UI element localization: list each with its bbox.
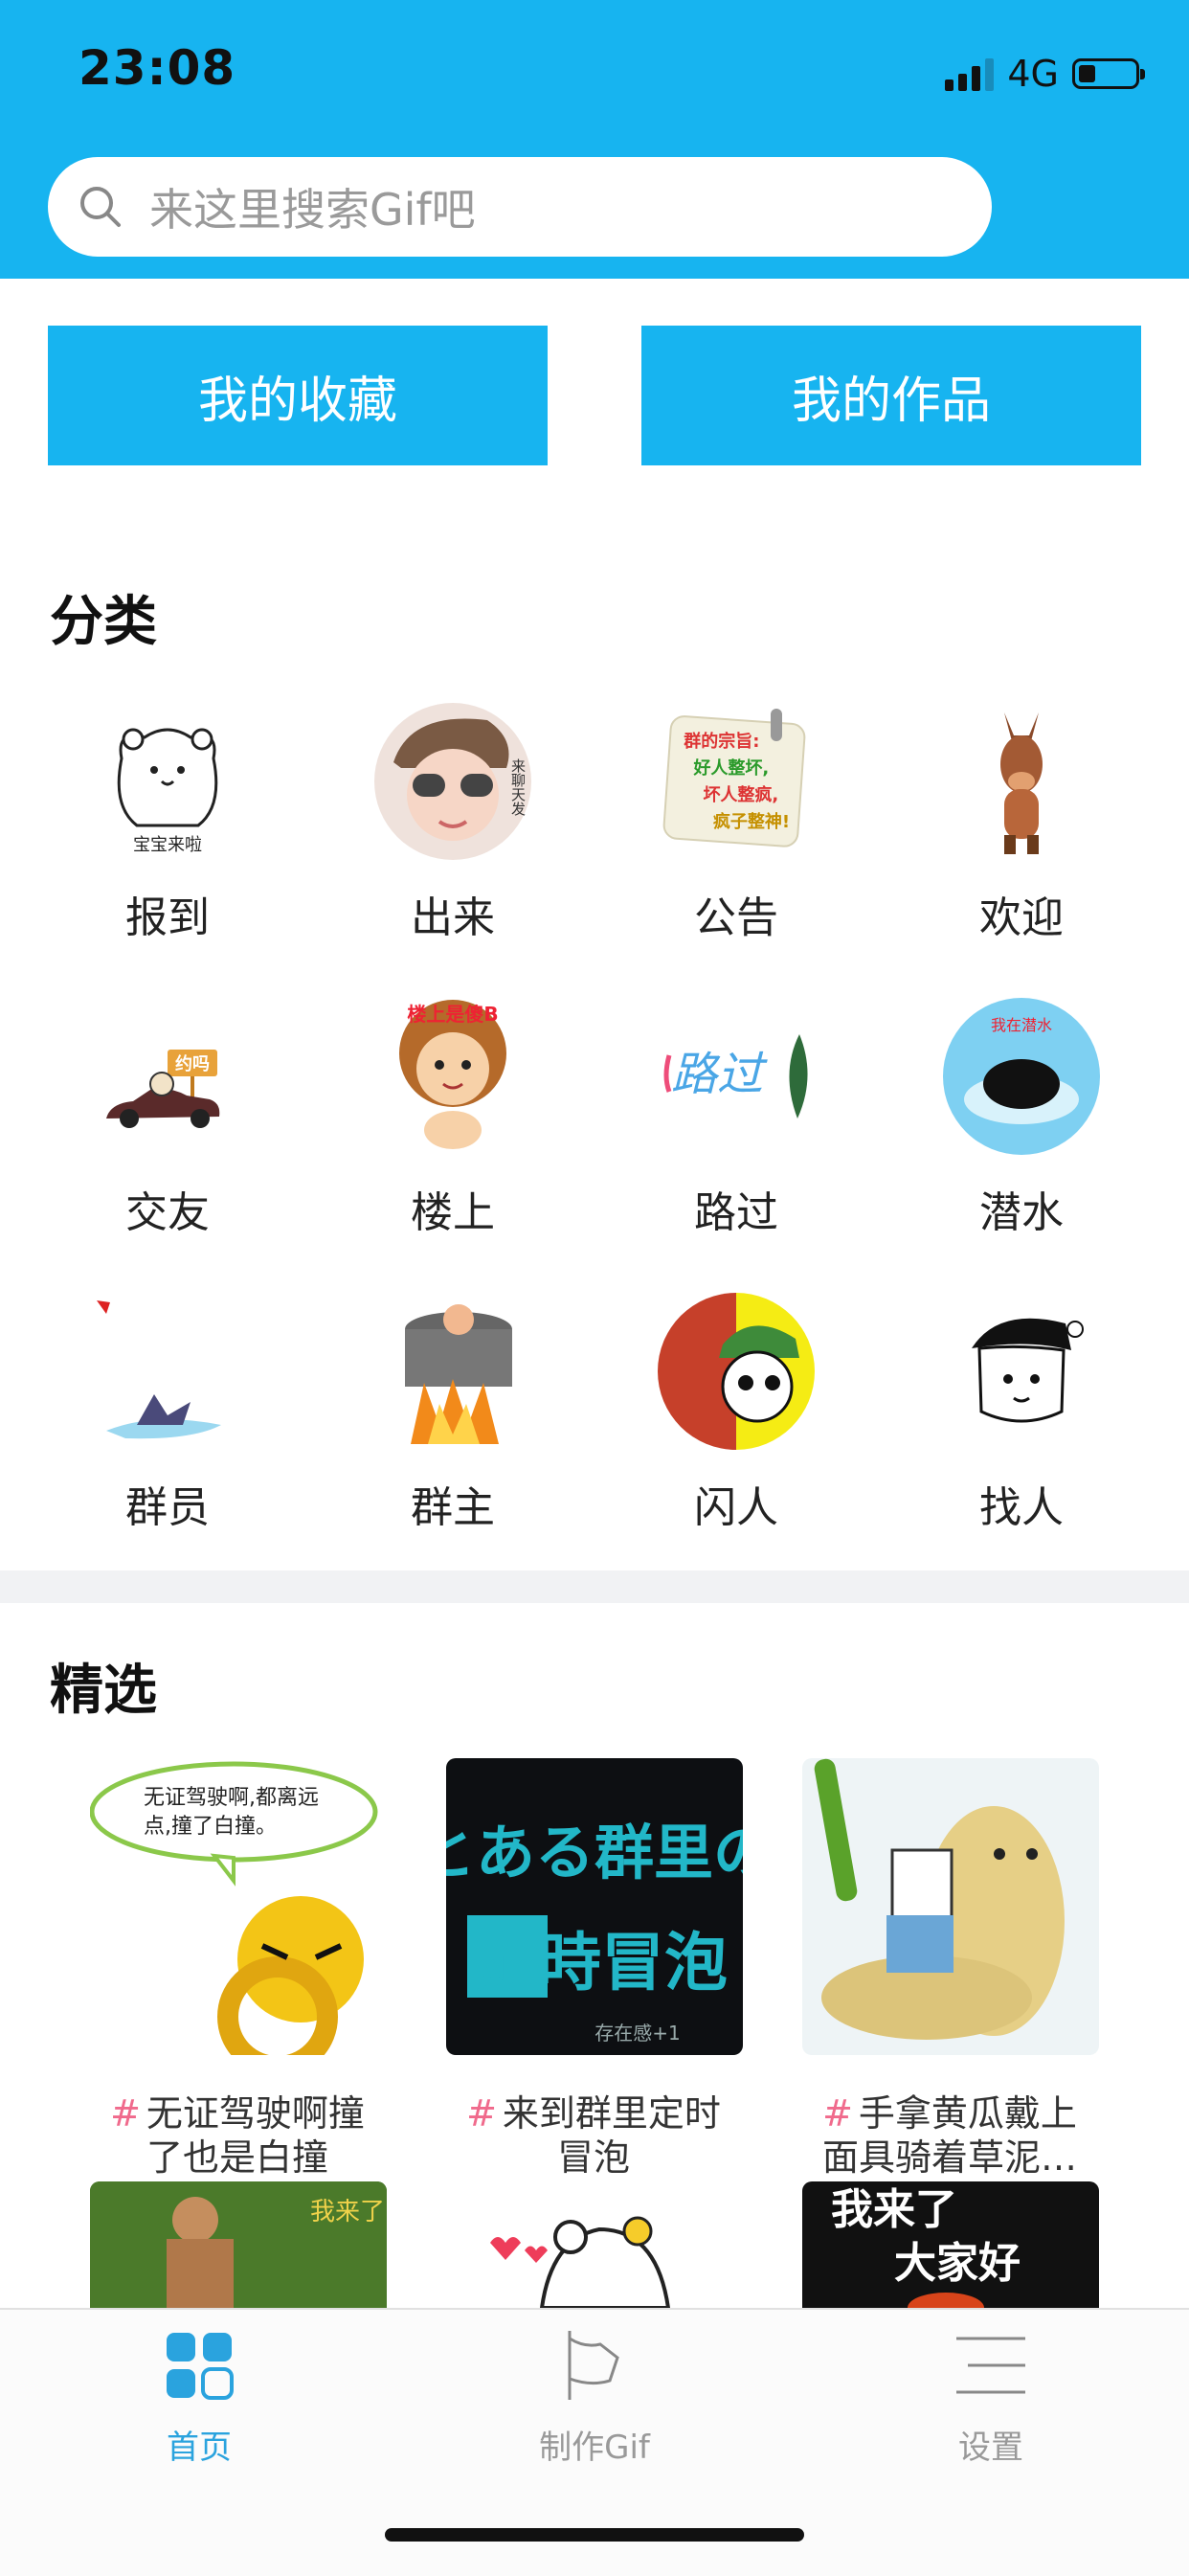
jungle-rider-image: 我来了: [90, 2181, 387, 2308]
category-label: 群员: [125, 1483, 210, 1532]
status-time: 23:08: [79, 40, 236, 96]
bear-hearts-image: [490, 2216, 671, 2308]
featured-thumbnail[interactable]: とある群里の 定時冒泡 存在感+1: [446, 1758, 743, 2055]
baby-icon: 来聊天发: [374, 703, 531, 860]
shark-icon: [97, 1300, 221, 1439]
search-placeholder: 来这里搜索Gif吧: [149, 184, 476, 236]
notice-icon: 群的宗旨: 好人整坏, 坏人整疯, 疯子整神!: [662, 709, 806, 847]
tab-label: 制作Gif: [539, 2429, 650, 2467]
category-item[interactable]: 群员: [25, 1291, 310, 1578]
featured-thumbnail[interactable]: [446, 2181, 743, 2308]
tab-label: 首页: [167, 2429, 232, 2467]
fire-pot-icon: [405, 1304, 512, 1444]
category-label: 公告: [694, 893, 778, 942]
caption-line: 冒泡: [556, 2136, 630, 2179]
category-label: 群主: [411, 1483, 495, 1532]
category-item[interactable]: 宝宝来啦 报到: [25, 701, 310, 988]
featured-caption[interactable]: # 手拿黄瓜戴上 面具骑着草泥…: [796, 2091, 1103, 2180]
tab-make-gif[interactable]: 制作Gif: [470, 2327, 719, 2468]
featured-thumbnail[interactable]: 我来了 大家好: [802, 2181, 1099, 2308]
search-input[interactable]: 来这里搜索Gif吧: [48, 157, 992, 257]
menu-icon: [956, 2337, 1025, 2394]
home-grid-icon: [167, 2333, 234, 2400]
category-item[interactable]: 约吗 交友: [25, 996, 310, 1283]
category-item[interactable]: 群主: [310, 1291, 595, 1578]
category-item[interactable]: 楼上是傻B 楼上: [310, 996, 595, 1283]
bubble-title-image: とある群里の 定時冒泡 存在感+1: [446, 1818, 743, 2045]
category-label: 欢迎: [979, 893, 1064, 942]
bear-icon: 宝宝来啦: [117, 728, 218, 855]
category-item[interactable]: 路过 路过: [594, 996, 879, 1283]
status-indicators: 4G: [945, 50, 1145, 98]
passby-icon: 路过: [663, 1034, 808, 1119]
featured-thumbnail[interactable]: 我来了: [90, 2181, 387, 2308]
category-item[interactable]: 找人: [879, 1291, 1164, 1578]
svg-text:我在潜水: 我在潜水: [991, 1016, 1052, 1034]
soldier-icon: [658, 1293, 815, 1450]
category-label: 出来: [411, 893, 495, 942]
alpaca-rider-image: [814, 1758, 1065, 2040]
hashtag-mark: #: [466, 2092, 497, 2135]
category-item[interactable]: 我在潜水 潜水: [879, 996, 1164, 1283]
caption-line: 来到群里定时: [502, 2092, 721, 2135]
battery-level: [1079, 65, 1095, 82]
dive-icon: 我在潜水: [943, 998, 1100, 1155]
featured-thumbnail[interactable]: [802, 1758, 1099, 2055]
hello-everyone-image: 我来了 大家好: [831, 2185, 1021, 2308]
category-item[interactable]: 欢迎: [879, 701, 1164, 988]
featured-caption[interactable]: # 来到群里定时 冒泡: [440, 2091, 747, 2180]
search-icon: [80, 187, 121, 227]
svg-text:定時冒泡: 定時冒泡: [475, 1926, 728, 2000]
category-label: 闪人: [694, 1483, 778, 1532]
featured-section-title: 精选: [50, 1660, 157, 1722]
svg-text:大家好: 大家好: [894, 2239, 1021, 2288]
curly-kid-icon: 楼上是傻B: [399, 1000, 506, 1149]
car-icon: 约吗: [106, 1050, 220, 1128]
my-favorites-button[interactable]: 我的收藏: [48, 326, 548, 465]
category-label: 潜水: [979, 1188, 1064, 1237]
battery-icon: [1072, 58, 1145, 89]
category-label: 交友: [125, 1188, 210, 1237]
tab-settings[interactable]: 设置: [866, 2327, 1115, 2468]
category-item[interactable]: 闪人: [594, 1291, 879, 1578]
svg-text:楼上是傻B: 楼上是傻B: [407, 1003, 498, 1026]
svg-text:路过: 路过: [671, 1048, 768, 1101]
tab-label: 设置: [958, 2429, 1023, 2467]
my-works-button[interactable]: 我的作品: [641, 326, 1141, 465]
header-bar: 23:08 4G 来这里搜索Gif吧: [0, 0, 1189, 279]
section-divider: [0, 1570, 1189, 1603]
featured-caption[interactable]: # 无证驾驶啊撞 了也是白撞: [84, 2091, 391, 2180]
category-item[interactable]: 来聊天发 出来: [310, 701, 595, 988]
svg-text:来聊天发: 来聊天发: [509, 758, 527, 816]
tab-home[interactable]: 首页: [75, 2327, 324, 2468]
caption-line: 面具骑着草泥…: [821, 2136, 1077, 2179]
hashtag-mark: #: [110, 2092, 141, 2135]
category-label: 楼上: [411, 1188, 495, 1237]
svg-text:宝宝来啦: 宝宝来啦: [133, 835, 202, 855]
svg-text:我来了: 我来了: [831, 2185, 957, 2234]
category-section-title: 分类: [50, 591, 157, 653]
featured-thumbnail[interactable]: 无证驾驶啊,都离远 点,撞了白撞。: [90, 1758, 387, 2055]
caption-line: 手拿黄瓜戴上: [858, 2092, 1077, 2135]
svg-text:约吗: 约吗: [175, 1053, 210, 1074]
caption-line: 无证驾驶啊撞: [146, 2092, 365, 2135]
svg-text:とある群里の: とある群里の: [446, 1818, 743, 1887]
signal-icon: [945, 56, 995, 91]
horse-icon: [1000, 712, 1043, 854]
hashtag-mark: #: [822, 2092, 853, 2135]
kid-hat-icon: [972, 1318, 1084, 1423]
home-indicator: [385, 2528, 804, 2542]
caption-line: 了也是白撞: [146, 2136, 328, 2179]
category-label: 路过: [694, 1188, 778, 1237]
category-label: 报到: [125, 893, 210, 942]
svg-text:我来了: 我来了: [310, 2198, 385, 2226]
svg-text:存在感+1: 存在感+1: [594, 2022, 680, 2045]
angry-driver-image: 无证驾驶啊,都离远 点,撞了白撞。: [90, 1761, 378, 2055]
flag-icon: [568, 2331, 619, 2400]
category-item[interactable]: 群的宗旨: 好人整坏, 坏人整疯, 疯子整神! 公告: [594, 701, 879, 988]
network-type: 4G: [1007, 53, 1059, 95]
category-label: 找人: [979, 1483, 1064, 1532]
